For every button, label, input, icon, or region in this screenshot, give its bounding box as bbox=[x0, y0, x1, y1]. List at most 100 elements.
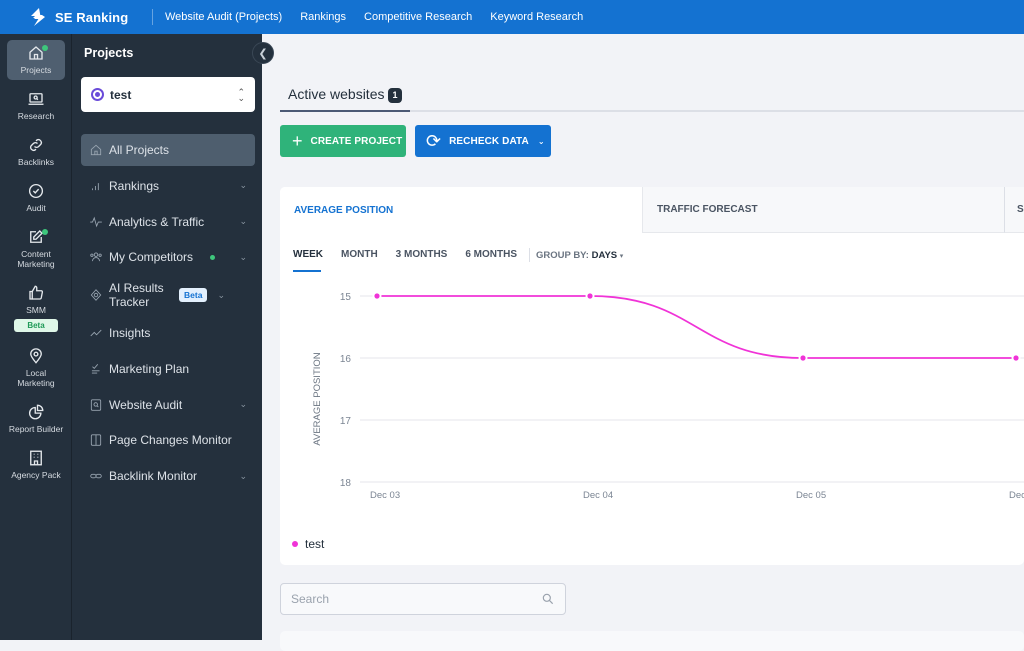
chevron-down-icon: ⌄ bbox=[239, 399, 247, 410]
search-input[interactable] bbox=[291, 592, 541, 606]
menu-label: Page Changes Monitor bbox=[109, 433, 232, 448]
top-link-website-audit[interactable]: Website Audit (Projects) bbox=[165, 11, 282, 23]
rail-label: SMM bbox=[26, 305, 46, 315]
projects-sidepanel: Projects ❮ test ⌃ ⌄ All Projects Rankings… bbox=[72, 34, 274, 640]
refresh-icon: ⟳ bbox=[426, 131, 442, 151]
chevron-down-icon: ⌄ bbox=[239, 180, 247, 191]
search-box-icon bbox=[89, 398, 103, 412]
menu-item-ai-results-tracker[interactable]: AI Results Tracker Beta ⌄ bbox=[81, 277, 255, 313]
project-status-icon bbox=[91, 88, 104, 101]
period-6-months[interactable]: 6 MONTHS bbox=[465, 249, 517, 262]
menu-item-my-competitors[interactable]: My Competitors ⌄ bbox=[81, 241, 255, 273]
menu-label: All Projects bbox=[109, 143, 170, 157]
users-icon bbox=[89, 250, 103, 264]
rail-item-backlinks[interactable]: Backlinks bbox=[7, 132, 65, 172]
top-link-competitive-research[interactable]: Competitive Research bbox=[364, 11, 472, 23]
rail-label: Content Marketing bbox=[17, 249, 55, 269]
recheck-data-button[interactable]: ⟳ RECHECK DATA ⌄ bbox=[415, 125, 551, 157]
tab-label: Active websites bbox=[288, 86, 385, 102]
data-point bbox=[587, 293, 593, 299]
main-content: Active websites 1 + CREATE PROJECT ⟳ REC… bbox=[262, 34, 1024, 651]
rail-item-content-marketing[interactable]: Content Marketing bbox=[7, 224, 65, 274]
legend-marker bbox=[292, 541, 298, 547]
trend-icon bbox=[89, 326, 103, 340]
notification-dot bbox=[42, 45, 48, 51]
y-tick-label: 15 bbox=[340, 292, 352, 303]
rail-item-audit[interactable]: Audit bbox=[7, 178, 65, 218]
collapse-sidebar-button[interactable]: ❮ bbox=[252, 42, 274, 64]
tab-traffic-forecast[interactable]: TRAFFIC FORECAST bbox=[642, 187, 1004, 233]
chevron-down-icon: ⌄ bbox=[217, 289, 225, 300]
menu-item-rankings[interactable]: Rankings ⌄ bbox=[81, 170, 255, 202]
menu-item-website-audit[interactable]: Website Audit ⌄ bbox=[81, 389, 255, 421]
rail-item-local-marketing[interactable]: Local Marketing bbox=[7, 343, 65, 393]
menu-label: Marketing Plan bbox=[109, 361, 190, 376]
laptop-search-icon bbox=[28, 93, 44, 105]
menu-label: Analytics & Traffic bbox=[109, 214, 205, 229]
legend-label: test bbox=[305, 537, 325, 551]
rail-item-agency-pack[interactable]: Agency Pack bbox=[7, 445, 65, 485]
button-label: RECHECK DATA bbox=[449, 135, 529, 147]
divider bbox=[152, 9, 153, 25]
top-link-keyword-research[interactable]: Keyword Research bbox=[490, 11, 583, 23]
rail-item-research[interactable]: Research bbox=[7, 86, 65, 126]
beta-badge: Beta bbox=[179, 288, 208, 303]
create-project-button[interactable]: + CREATE PROJECT bbox=[280, 125, 406, 157]
period-week[interactable]: WEEK bbox=[293, 249, 323, 272]
sort-arrows-icon: ⌃ ⌄ bbox=[237, 86, 245, 103]
top-navigation-bar: SE Ranking Website Audit (Projects) Rank… bbox=[0, 0, 1024, 34]
button-label: CREATE PROJECT bbox=[310, 135, 403, 147]
period-month[interactable]: MONTH bbox=[341, 249, 378, 262]
menu-item-insights[interactable]: Insights bbox=[81, 317, 255, 349]
rail-item-projects[interactable]: Projects bbox=[7, 40, 65, 80]
average-position-chart: 15 16 17 18 AVERAGE POSITION Dec 03 Dec 04 Dec … bbox=[312, 291, 1024, 501]
menu-item-all-projects[interactable]: All Projects bbox=[81, 134, 255, 166]
y-tick-label: 16 bbox=[340, 354, 352, 365]
x-tick-label: Dec 05 bbox=[796, 490, 826, 501]
period-selector: WEEK MONTH 3 MONTHS 6 MONTHS GROUP BY: D… bbox=[293, 248, 623, 272]
group-by-dropdown[interactable]: GROUP BY: DAYS ▾ bbox=[536, 250, 623, 261]
rail-label: Local Marketing bbox=[17, 368, 55, 388]
link-icon bbox=[30, 139, 42, 151]
search-field bbox=[280, 583, 566, 615]
menu-label: Website Audit bbox=[109, 397, 183, 412]
period-3-months[interactable]: 3 MONTHS bbox=[396, 249, 448, 262]
menu-label: Insights bbox=[109, 325, 151, 340]
pie-chart-icon bbox=[28, 404, 44, 420]
tab-more[interactable]: S bbox=[1004, 187, 1024, 233]
tab-active-websites[interactable]: Active websites 1 bbox=[280, 74, 410, 112]
tab-average-position[interactable]: AVERAGE POSITION bbox=[280, 187, 642, 233]
menu-item-page-changes-monitor[interactable]: Page Changes Monitor bbox=[81, 424, 255, 456]
rail-label: Projects bbox=[20, 65, 52, 75]
rail-item-report-builder[interactable]: Report Builder bbox=[7, 399, 65, 439]
menu-item-analytics-traffic[interactable]: Analytics & Traffic ⌄ bbox=[81, 206, 255, 238]
ai-icon bbox=[89, 288, 103, 302]
projects-table-card bbox=[280, 631, 1024, 651]
data-point bbox=[1013, 355, 1019, 361]
group-by-label: GROUP BY: bbox=[536, 249, 589, 261]
icon-rail: Projects Research Backlinks Audit Conten… bbox=[0, 34, 72, 640]
menu-item-backlink-monitor[interactable]: Backlink Monitor ⌄ bbox=[81, 460, 255, 492]
y-axis-label: AVERAGE POSITION bbox=[312, 352, 323, 445]
caret-down-icon: ▾ bbox=[619, 252, 624, 260]
chart-tabs: AVERAGE POSITION TRAFFIC FORECAST S bbox=[280, 187, 1024, 233]
top-link-rankings[interactable]: Rankings bbox=[300, 11, 346, 23]
rail-item-smm[interactable]: SMM Beta bbox=[7, 280, 65, 337]
project-selector[interactable]: test ⌃ ⌄ bbox=[81, 77, 255, 112]
legend-item-test[interactable]: test bbox=[292, 537, 324, 551]
websites-tabs: Active websites 1 bbox=[280, 74, 1024, 112]
menu-label: Rankings bbox=[109, 178, 160, 193]
brand-logo[interactable]: SE Ranking bbox=[0, 0, 152, 34]
data-point bbox=[800, 355, 806, 361]
chevron-down-icon: ⌄ bbox=[537, 136, 545, 146]
search-icon[interactable] bbox=[541, 592, 555, 606]
tab-count-badge: 1 bbox=[388, 88, 402, 103]
menu-item-marketing-plan[interactable]: Marketing Plan bbox=[81, 353, 255, 385]
y-tick-label: 17 bbox=[340, 416, 352, 427]
chevron-down-icon: ⌄ bbox=[239, 216, 247, 227]
x-tick-label: Dec bbox=[1009, 490, 1024, 501]
x-tick-label: Dec 03 bbox=[370, 490, 400, 501]
rail-label: Research bbox=[17, 111, 55, 121]
checklist-icon bbox=[89, 362, 103, 376]
bar-chart-icon bbox=[89, 179, 103, 193]
